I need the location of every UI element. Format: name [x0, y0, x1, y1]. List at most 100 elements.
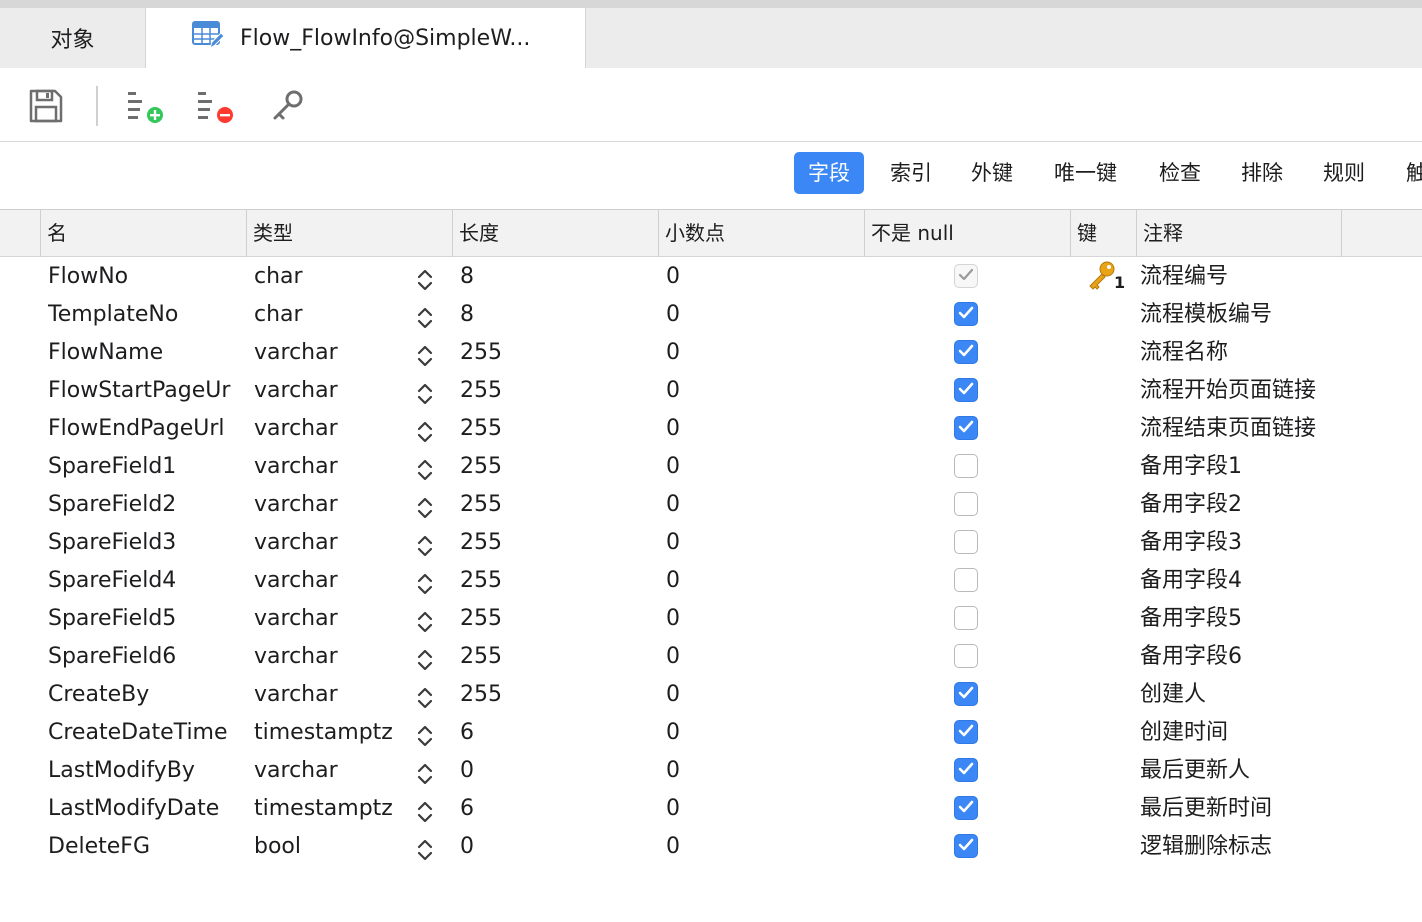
field-type-cell[interactable]: varchar — [254, 486, 404, 524]
col-header-length[interactable]: 长度 — [452, 210, 658, 257]
field-comment-cell[interactable]: 备用字段3 — [1140, 524, 1420, 562]
type-stepper[interactable] — [414, 760, 436, 788]
tab-fields[interactable]: 字段 — [794, 152, 864, 194]
table-row[interactable]: SpareField6 varchar 255 0 备用字段6 — [0, 638, 1422, 676]
tab-rules[interactable]: 规则 — [1309, 152, 1379, 194]
field-length-cell[interactable]: 255 — [460, 676, 650, 714]
table-row[interactable]: SpareField3 varchar 255 0 备用字段3 — [0, 524, 1422, 562]
tab-indexes[interactable]: 索引 — [876, 152, 946, 194]
field-type-cell[interactable]: varchar — [254, 562, 404, 600]
field-length-cell[interactable]: 8 — [460, 296, 650, 334]
field-type-cell[interactable]: varchar — [254, 372, 404, 410]
type-stepper[interactable] — [414, 342, 436, 370]
table-row[interactable]: LastModifyBy varchar 0 0 最后更新人 — [0, 752, 1422, 790]
field-comment-cell[interactable]: 最后更新时间 — [1140, 790, 1420, 828]
table-row[interactable]: DeleteFG bool 0 0 逻辑删除标志 — [0, 828, 1422, 866]
field-name-cell[interactable]: SpareField6 — [48, 638, 240, 676]
field-name-cell[interactable]: LastModifyDate — [48, 790, 240, 828]
table-row[interactable]: CreateDateTime timestamptz 6 0 创建时间 — [0, 714, 1422, 752]
field-length-cell[interactable]: 0 — [460, 828, 650, 866]
field-decimals-cell[interactable]: 0 — [666, 600, 856, 638]
field-type-cell[interactable]: varchar — [254, 676, 404, 714]
field-decimals-cell[interactable]: 0 — [666, 790, 856, 828]
field-name-cell[interactable]: SpareField1 — [48, 448, 240, 486]
not-null-checkbox[interactable] — [954, 682, 980, 708]
field-comment-cell[interactable]: 流程模板编号 — [1140, 296, 1420, 334]
field-decimals-cell[interactable]: 0 — [666, 828, 856, 866]
type-stepper[interactable] — [414, 608, 436, 636]
not-null-checkbox[interactable] — [954, 568, 980, 594]
not-null-checkbox[interactable] — [954, 264, 980, 290]
type-stepper[interactable] — [414, 494, 436, 522]
table-row[interactable]: TemplateNo char 8 0 流程模板编号 — [0, 296, 1422, 334]
field-comment-cell[interactable]: 逻辑删除标志 — [1140, 828, 1420, 866]
tab-triggers[interactable]: 触 — [1392, 152, 1422, 194]
field-comment-cell[interactable]: 备用字段5 — [1140, 600, 1420, 638]
key-cell[interactable] — [1086, 640, 1126, 674]
key-cell[interactable] — [1086, 754, 1126, 788]
field-name-cell[interactable]: LastModifyBy — [48, 752, 240, 790]
type-stepper[interactable] — [414, 532, 436, 560]
key-cell[interactable] — [1086, 792, 1126, 826]
field-length-cell[interactable]: 8 — [460, 258, 650, 296]
table-row[interactable]: FlowEndPageUrl varchar 255 0 流程结束页面链接 — [0, 410, 1422, 448]
tab-unique-keys[interactable]: 唯一键 — [1040, 152, 1131, 194]
key-cell[interactable] — [1086, 450, 1126, 484]
field-type-cell[interactable]: varchar — [254, 448, 404, 486]
table-row[interactable]: SpareField5 varchar 255 0 备用字段5 — [0, 600, 1422, 638]
type-stepper[interactable] — [414, 456, 436, 484]
field-decimals-cell[interactable]: 0 — [666, 258, 856, 296]
field-name-cell[interactable]: CreateDateTime — [48, 714, 240, 752]
not-null-checkbox[interactable] — [954, 834, 980, 860]
field-type-cell[interactable]: varchar — [254, 524, 404, 562]
field-type-cell[interactable]: char — [254, 296, 404, 334]
field-length-cell[interactable]: 255 — [460, 372, 650, 410]
not-null-checkbox[interactable] — [954, 758, 980, 784]
key-cell[interactable] — [1086, 412, 1126, 446]
field-comment-cell[interactable]: 流程名称 — [1140, 334, 1420, 372]
table-row[interactable]: SpareField1 varchar 255 0 备用字段1 — [0, 448, 1422, 486]
field-length-cell[interactable]: 255 — [460, 600, 650, 638]
type-stepper[interactable] — [414, 570, 436, 598]
field-decimals-cell[interactable]: 0 — [666, 638, 856, 676]
type-stepper[interactable] — [414, 722, 436, 750]
type-stepper[interactable] — [414, 646, 436, 674]
field-length-cell[interactable]: 255 — [460, 638, 650, 676]
primary-key-button[interactable] — [268, 88, 308, 128]
field-type-cell[interactable]: char — [254, 258, 404, 296]
col-header-key[interactable]: 键 — [1070, 210, 1136, 257]
not-null-checkbox[interactable] — [954, 340, 980, 366]
field-type-cell[interactable]: varchar — [254, 638, 404, 676]
not-null-checkbox[interactable] — [954, 378, 980, 404]
key-cell[interactable] — [1086, 716, 1126, 750]
field-decimals-cell[interactable]: 0 — [666, 752, 856, 790]
type-stepper[interactable] — [414, 418, 436, 446]
field-name-cell[interactable]: FlowStartPageUr — [48, 372, 240, 410]
field-decimals-cell[interactable]: 0 — [666, 562, 856, 600]
field-name-cell[interactable]: SpareField2 — [48, 486, 240, 524]
type-stepper[interactable] — [414, 798, 436, 826]
field-name-cell[interactable]: SpareField5 — [48, 600, 240, 638]
field-length-cell[interactable]: 255 — [460, 562, 650, 600]
field-name-cell[interactable]: SpareField3 — [48, 524, 240, 562]
field-comment-cell[interactable]: 备用字段1 — [1140, 448, 1420, 486]
field-length-cell[interactable]: 6 — [460, 790, 650, 828]
tab-objects[interactable]: 对象 — [0, 8, 146, 68]
tab-excludes[interactable]: 排除 — [1227, 152, 1297, 194]
col-header-name[interactable]: 名 — [40, 210, 246, 257]
key-cell[interactable] — [1086, 830, 1126, 864]
field-name-cell[interactable]: TemplateNo — [48, 296, 240, 334]
not-null-checkbox[interactable] — [954, 530, 980, 556]
delete-field-button[interactable] — [196, 88, 236, 128]
not-null-checkbox[interactable] — [954, 796, 980, 822]
field-decimals-cell[interactable]: 0 — [666, 334, 856, 372]
field-name-cell[interactable]: CreateBy — [48, 676, 240, 714]
key-cell[interactable] — [1086, 374, 1126, 408]
field-decimals-cell[interactable]: 0 — [666, 486, 856, 524]
table-row[interactable]: FlowStartPageUr varchar 255 0 流程开始页面链接 — [0, 372, 1422, 410]
table-row[interactable]: FlowName varchar 255 0 流程名称 — [0, 334, 1422, 372]
field-comment-cell[interactable]: 备用字段6 — [1140, 638, 1420, 676]
type-stepper[interactable] — [414, 380, 436, 408]
not-null-checkbox[interactable] — [954, 416, 980, 442]
table-row[interactable]: SpareField2 varchar 255 0 备用字段2 — [0, 486, 1422, 524]
